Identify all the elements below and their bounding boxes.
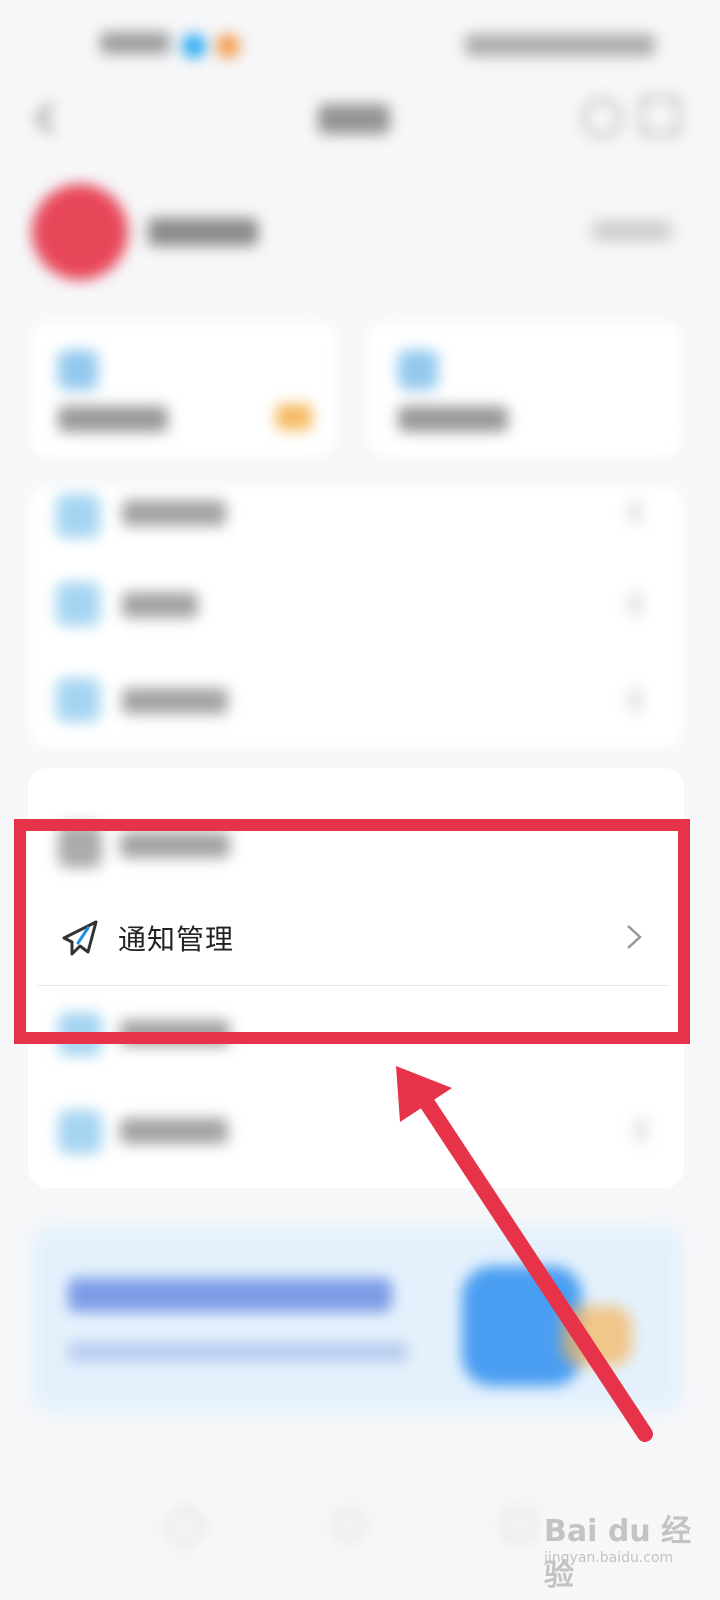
- pointer-arrow: [396, 1066, 653, 1442]
- nav-recents-icon[interactable]: [504, 1510, 534, 1540]
- nav-home-icon[interactable]: [334, 1510, 364, 1540]
- baidu-jingyan-watermark: Bai du 经验 jingyan.baidu.com: [540, 1492, 710, 1593]
- watermark-domain: jingyan.baidu.com: [544, 1550, 674, 1566]
